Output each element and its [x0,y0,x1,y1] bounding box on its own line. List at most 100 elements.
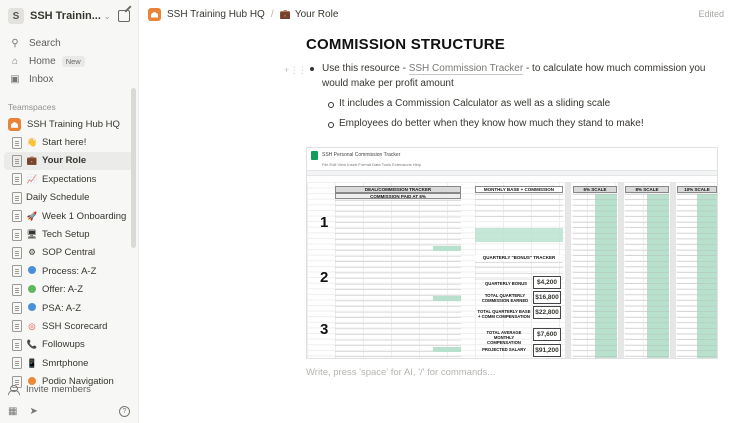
total-quarterly-label: TOTAL QUARTERLY COMMISSION EARNED [481,293,529,303]
avg-monthly-label: TOTAL AVERAGE MONTHLY COMPENSATION [486,330,522,345]
quarterly-bonus-label: QUARTERLY BONUS [485,281,527,286]
page-icon [12,302,22,315]
page-icon [12,210,22,223]
nav-home[interactable]: ⌂ Home New [0,52,138,70]
sidebar-item-label: SSH Scorecard [42,320,108,332]
sidebar-item-smrtphone[interactable]: 📱 Smrtphone [0,354,138,372]
sidebar-item-expectations[interactable]: 📈 Expectations [0,170,138,188]
workspace-switcher[interactable]: S SSH Trainin... ⌄ [0,2,138,30]
wave-icon: 👋 [26,137,38,148]
nav-inbox-label: Inbox [29,73,54,85]
sidebar-item-label: Offer: A-Z [42,284,84,296]
sidebar-item-followups[interactable]: 📞 Followups [0,336,138,354]
topbar: SSH Training Hub HQ / 💼 Your Role Edited [140,0,732,28]
breadcrumb-item-your-role[interactable]: Your Role [295,9,339,20]
sheet-titlebar: SSH Personal Commission Tracker [307,148,717,162]
teamspace-home-icon [8,117,21,131]
invite-members-button[interactable]: Invite members [8,384,91,395]
page-icon [12,265,22,278]
nav-home-label: Home [29,55,56,67]
sidebar-item-process[interactable]: Process: A-Z [0,262,138,280]
bullet-resource[interactable]: + ⋮⋮ Use this resource - SSH Commission … [284,61,726,91]
quarterly-bonus-tracker-header: QUARTERLY "BONUS" TRACKER [475,255,563,261]
sidebar-item-psa[interactable]: PSA: A-Z [0,299,138,317]
total-cell [433,246,461,251]
sidebar-item-label: Expectations [42,173,97,185]
divider-strip [565,182,571,358]
sheets-logo-icon [311,150,318,160]
sheet-title: SSH Personal Commission Tracker [322,152,401,158]
sidebar-item-scorecard[interactable]: ◎ SSH Scorecard [0,317,138,335]
deal-tracker-header: DEAL/COMMISSION TRACKER [335,186,461,193]
breadcrumb-item-hub[interactable]: SSH Training Hub HQ [167,9,265,20]
scale-10-rows [677,194,717,358]
page-icon [12,191,22,204]
sub-bullet-employees[interactable]: Employees do better when they know how m… [306,116,726,131]
chart-up-icon: 📈 [26,173,38,184]
base-comm-label: TOTAL QUARTERLY BASE + COMM COMPENSATION [477,309,531,319]
workspace-name: SSH Trainin... [30,10,101,22]
monthly-base-header: MONTHLY BASE + COMMISSION [475,186,563,193]
send-icon[interactable]: ➤ [29,406,37,417]
sidebar-item-week1-onboarding[interactable]: 🚀 Week 1 Onboarding [0,207,138,225]
sidebar-item-label: PSA: A-Z [42,302,82,314]
sidebar-item-label: SSH Training Hub HQ [27,118,120,130]
sidebar-item-sop-central[interactable]: ⚙ SOP Central [0,244,138,262]
rocket-icon: 🚀 [26,210,38,221]
total-cell [433,296,461,301]
total-cell [433,347,461,352]
avg-monthly-value: $7,600 [533,328,561,341]
inbox-icon: ▣ [10,73,20,85]
gear-icon: ⚙ [28,247,36,258]
quarterly-bonus-value: $4,200 [533,276,561,289]
sidebar-item-label: Week 1 Onboarding [42,210,127,222]
page-icon [12,338,22,351]
target-icon: ◎ [28,320,36,331]
page-icon [12,173,22,186]
sidebar-item-offer[interactable]: Offer: A-Z [0,281,138,299]
sidebar-footer: ▦ ➤ ? [8,406,130,417]
month-3-label: 3 [320,321,329,338]
sub-bullet-calculator[interactable]: It includes a Commission Calculator as w… [306,96,726,111]
scale-8-rows [625,194,669,358]
commission-tracker-link[interactable]: SSH Commission Tracker [408,63,524,75]
page-icon [12,246,22,259]
sidebar-item-label: SOP Central [42,247,96,259]
edited-status: Edited [698,9,724,19]
green-circle-icon [26,284,38,295]
sidebar-item-daily-schedule[interactable]: Daily Schedule [0,189,138,207]
calendar-icon[interactable]: ▦ [8,406,17,417]
home-icon: ⌂ [11,55,19,67]
divider-strip [618,182,624,358]
projected-salary-label: PROJECTED SALARY [482,347,526,352]
drag-handle-icon[interactable]: + ⋮⋮ [284,63,307,78]
sidebar-item-training-hub[interactable]: SSH Training Hub HQ [0,115,138,133]
teamspace-home-icon [148,7,161,21]
new-page-icon[interactable] [118,10,130,22]
sidebar-item-start-here[interactable]: 👋 Start here! [0,133,138,151]
new-block-placeholder[interactable]: Write, press 'space' for AI, '/' for com… [306,367,495,378]
page-icon [12,154,22,167]
commission-tracker-image: SSH Personal Commission Tracker File Edi… [306,147,718,359]
page-heading[interactable]: COMMISSION STRUCTURE [306,36,726,56]
sidebar-item-tech-setup[interactable]: 🖥 Tech Setup [0,225,138,243]
sidebar-item-label: Process: A-Z [42,265,97,277]
invite-members-label: Invite members [26,384,91,395]
base-comm-value: $22,800 [533,306,561,319]
sidebar-item-label: Followups [42,339,85,351]
sidebar-item-your-role[interactable]: 💼 Your Role [4,151,134,171]
commission-paid-header: COMMISSION PAID AT 6% [335,193,461,199]
person-add-icon [8,384,20,395]
nav-inbox[interactable]: ▣ Inbox [0,70,138,88]
sidebar-scrollbar[interactable] [131,88,136,248]
briefcase-icon: 💼 [26,155,38,166]
nav-search[interactable]: ⚲ Search [0,34,138,52]
sidebar-item-label: Your Role [42,155,87,167]
total-quarterly-value: $16,800 [533,291,561,304]
sheet-menu: File Edit View Insert Format Data Tools … [322,162,422,167]
scale-10-header: 10% SCALE [677,186,717,193]
page-tree: SSH Training Hub HQ 👋 Start here! 💼 Your… [0,115,138,391]
blue-circle-icon [26,303,38,313]
search-icon: ⚲ [11,37,19,49]
help-icon[interactable]: ? [119,406,130,417]
